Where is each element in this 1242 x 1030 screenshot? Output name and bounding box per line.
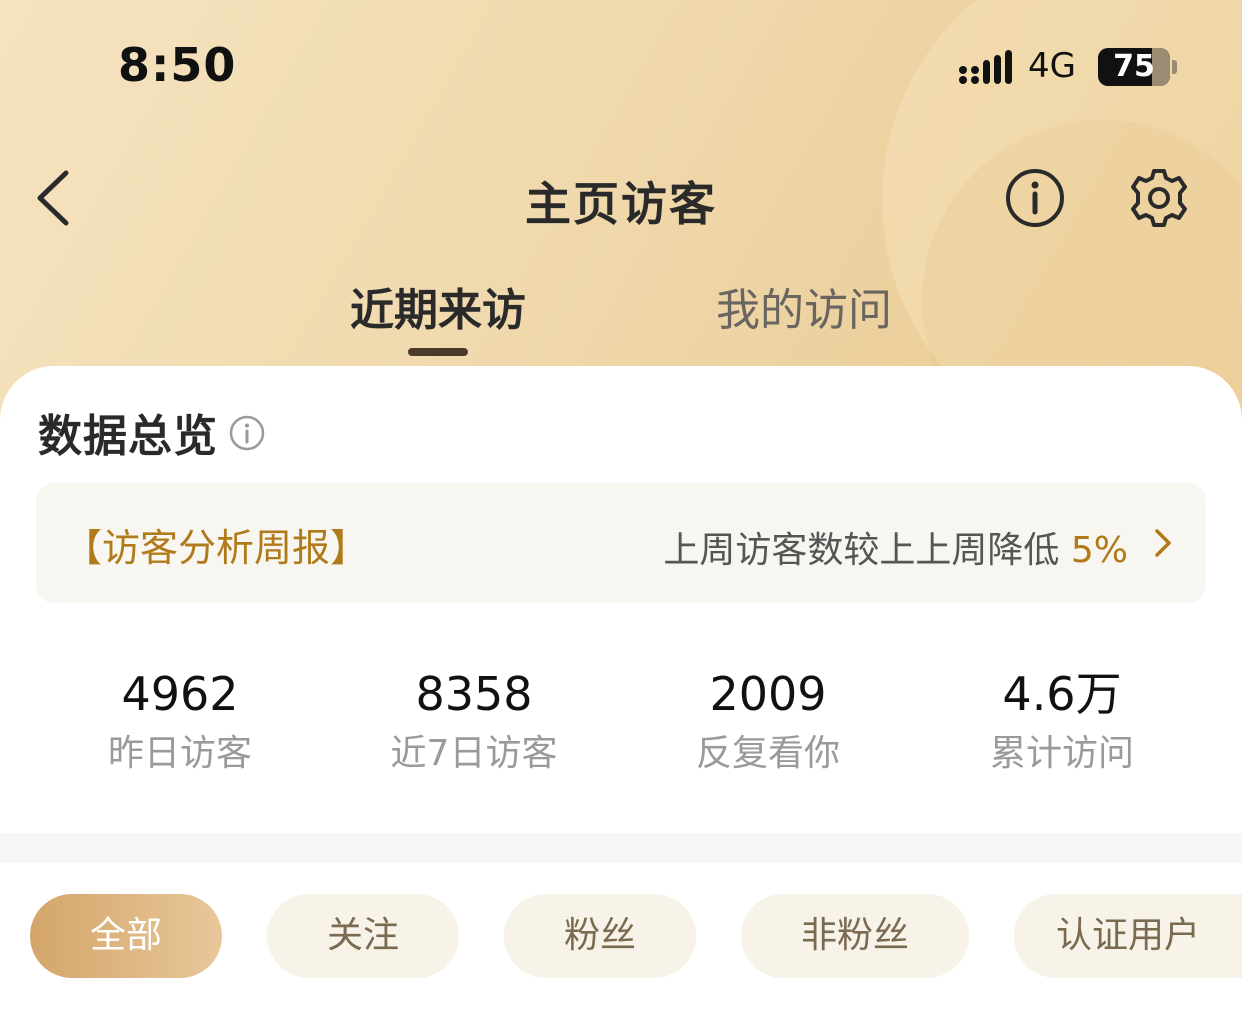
stat-value: 8358 (415, 667, 533, 721)
stat-label: 累计访问 (989, 733, 1134, 774)
signal-icon (959, 50, 1012, 84)
tab-my-visits[interactable]: 我的访问 (684, 274, 924, 336)
settings-button[interactable] (1128, 167, 1190, 229)
weekly-report-banner[interactable]: 【访客分析周报】 上周访客数较上上周降低 5% (36, 483, 1206, 603)
stat-yesterday-visitors[interactable]: 4962 昨日访客 (33, 664, 327, 778)
filter-chip-all[interactable]: 全部 (30, 894, 222, 978)
back-button[interactable] (30, 165, 80, 231)
report-label: 【访客分析周报】 (64, 526, 369, 570)
stat-repeat-visitors[interactable]: 2009 反复看你 (621, 664, 915, 778)
stat-value: 4962 (121, 667, 239, 721)
stat-total-visits[interactable]: 4.6万 累计访问 (915, 664, 1209, 778)
stat-label: 近7日访客 (390, 733, 558, 774)
section-divider (0, 833, 1242, 863)
report-change-value: 5% (1070, 530, 1128, 571)
report-summary-text: 上周访客数较上上周降低 (663, 530, 1071, 571)
overview-title: 数据总览 (38, 411, 218, 462)
stat-value: 2009 (709, 667, 827, 721)
report-summary: 上周访客数较上上周降低 5% (663, 521, 1128, 573)
stat-value: 4.6万 (1002, 667, 1122, 721)
tab-recent-visits[interactable]: 近期来访 (318, 274, 558, 336)
filter-chip-following[interactable]: 关注 (267, 894, 459, 978)
page-title: 主页访客 (525, 177, 717, 231)
filter-chip-verified-users[interactable]: 认证用户 (1014, 894, 1242, 978)
filter-chip-fans[interactable]: 粉丝 (504, 894, 696, 978)
stat-7day-visitors[interactable]: 8358 近7日访客 (327, 664, 621, 778)
chevron-right-icon (1155, 529, 1171, 557)
filter-chip-non-fans[interactable]: 非粉丝 (741, 894, 969, 978)
info-button[interactable] (1004, 167, 1066, 229)
active-tab-indicator (408, 348, 468, 356)
stat-label: 反复看你 (695, 733, 840, 774)
battery-icon: 75 (1098, 48, 1177, 86)
stat-label: 昨日访客 (107, 733, 252, 774)
info-icon[interactable] (228, 414, 266, 452)
network-type: 4G (1028, 46, 1076, 86)
status-time: 8:50 (118, 38, 237, 92)
battery-percent: 75 (1113, 49, 1155, 84)
